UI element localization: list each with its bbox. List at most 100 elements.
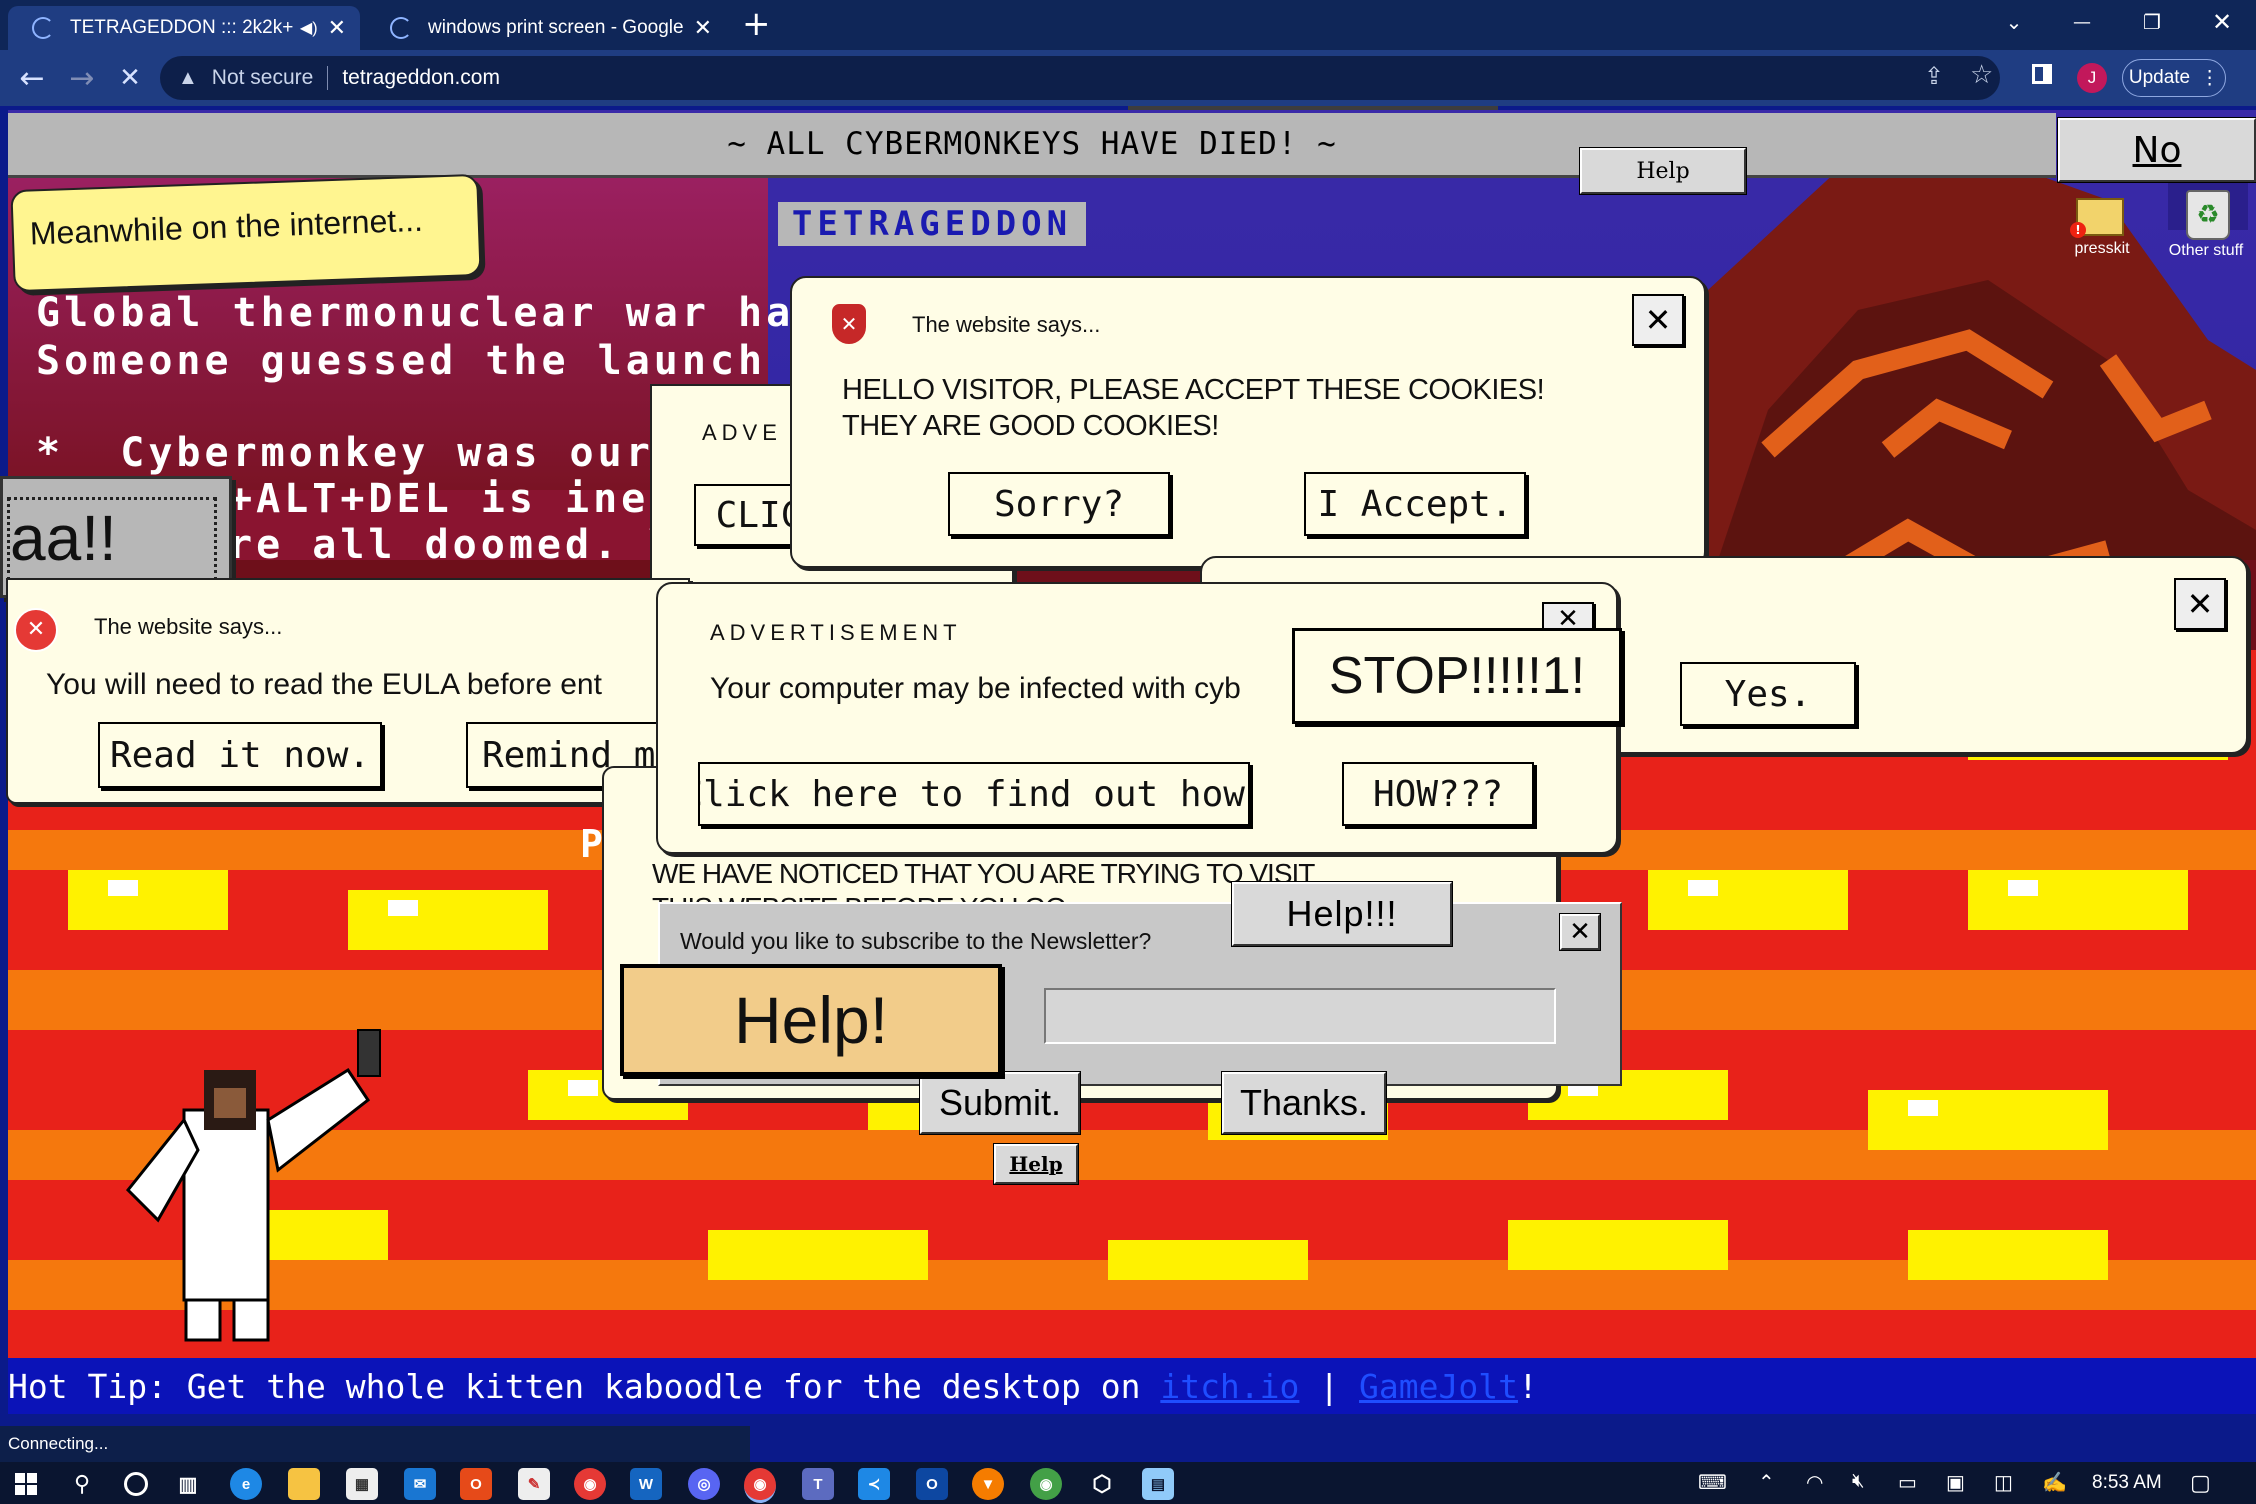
presskit-label[interactable]: presskit [2054,240,2150,258]
keyboard-icon[interactable]: ⌨ [1698,1470,1727,1495]
word-icon[interactable]: W [630,1468,662,1500]
chrome-icon[interactable]: ◉ [574,1468,606,1500]
vscode-icon[interactable]: ≺ [858,1468,890,1500]
paint-icon[interactable]: ✎ [518,1468,550,1500]
cookie-close-button[interactable]: ✕ [1632,294,1684,346]
how-button[interactable]: HOW??? [1342,762,1534,826]
wifi-icon[interactable]: ◠ [1806,1470,1823,1495]
battery-icon[interactable]: ▭ [1898,1470,1917,1495]
loading-spinner-icon [390,17,412,39]
task-view-icon[interactable]: ▥ [172,1468,204,1500]
volume-muted-icon[interactable]: 🔇︎ [1852,1470,1865,1493]
file-explorer-icon[interactable] [288,1468,320,1500]
folder-icon[interactable]: ! [2070,190,2130,240]
recycle-bin-icon[interactable]: ♻ [2186,190,2230,240]
newsletter-email-input[interactable] [1044,988,1556,1044]
unity-icon[interactable]: ⬡ [1086,1468,1118,1500]
find-out-how-button[interactable]: Click here to find out how! [698,762,1250,826]
close-window-button[interactable]: ✕ [2188,0,2256,44]
eula-message: You will need to read the EULA before en… [46,668,602,701]
teams-icon[interactable]: T [802,1468,834,1500]
bookmark-star-icon[interactable]: ☆ [1970,60,1993,90]
tab-close-icon[interactable]: ✕ [694,15,712,41]
hot-tip-text: Hot Tip: Get the whole kitten kaboodle f… [8,1366,1161,1406]
eula-dialog-title: The website says... [94,614,283,639]
cortana-icon[interactable] [120,1468,152,1500]
windows-taskbar [0,1462,2256,1504]
loading-spinner-icon [32,17,54,39]
store-icon[interactable]: ▦ [346,1468,378,1500]
new-tab-button[interactable]: + [742,4,771,44]
yes-dialog-close-button[interactable]: ✕ [2174,578,2226,630]
cookie-dialog-title: The website says... [912,312,1101,337]
gamejolt-link[interactable]: GameJolt [1359,1367,1518,1406]
accept-button[interactable]: I Accept. [1304,472,1526,536]
chrome-active-icon[interactable]: ◉ [744,1468,776,1503]
story-line-1: Global thermonuclear war has [36,290,823,336]
story-line-5: re all doomed. Y [228,522,678,568]
chrome-icon[interactable]: ◉ [1030,1468,1062,1500]
submit-button[interactable]: Submit. [919,1071,1081,1135]
outlook-icon[interactable]: O [916,1468,948,1500]
pen-icon[interactable]: ✍ [2042,1470,2067,1495]
meet-now-icon[interactable]: ◫ [1994,1470,2013,1495]
update-label: Update [2128,67,2191,88]
newsletter-title: Would you like to subscribe to the Newsl… [680,928,1152,954]
story-line-2: Someone guessed the launch c [36,338,823,384]
discord-icon[interactable]: ◎ [688,1468,720,1500]
profile-avatar[interactable]: J [2077,63,2107,93]
menu-dots-icon[interactable]: ⋮ [2200,67,2219,90]
top-banner: ~ ALL CYBERMONKEYS HAVE DIED! ~ [8,113,2056,178]
minimize-button[interactable]: — [2048,0,2116,44]
forward-button[interactable]: → [62,56,102,100]
tab-tetrageddon[interactable]: TETRAGEDDON ::: 2k2k++ C ◀) ✕ [8,6,360,50]
windows-start-icon[interactable] [10,1468,42,1500]
help-button-top[interactable]: Help [1579,147,1747,195]
itch-io-link[interactable]: itch.io [1160,1367,1299,1406]
thanks-button[interactable]: Thanks. [1221,1071,1387,1135]
other-stuff-label[interactable]: Other stuff [2158,242,2254,260]
side-panel-icon[interactable] [2032,64,2052,84]
stop-loading-button[interactable]: ✕ [110,56,150,100]
restore-button[interactable]: ❐ [2118,0,2186,44]
address-bar[interactable]: ▲ Not secure tetrageddon.com [160,56,2000,100]
speaker-icon[interactable]: ◀) [300,18,318,38]
partial-text: P [580,822,607,866]
search-icon[interactable]: ⚲ [66,1468,98,1500]
no-button[interactable]: No [2057,117,2256,183]
hot-tip-suffix: ! [1517,1366,1538,1406]
tetrageddon-logo: TETRAGEDDON [778,202,1086,246]
brave-icon[interactable]: ▼ [972,1468,1004,1500]
shield-icon: ✕ [832,304,866,344]
tab-search-icon[interactable]: ⌄ [1980,0,2048,44]
divider [327,66,329,90]
aa-text: aa!! [7,497,217,581]
read-it-now-button[interactable]: Read it now. [98,722,382,788]
newsletter-close-button[interactable]: ✕ [1559,913,1601,951]
tab-close-icon[interactable]: ✕ [328,15,346,41]
mail-icon[interactable]: ✉ [404,1468,436,1500]
help-exclaim-button[interactable]: Help!!! [1231,881,1453,947]
share-icon[interactable]: ⇪ [1924,62,1944,90]
tab-title: windows print screen - Google S [428,17,684,38]
notifications-icon[interactable]: ▢ [2190,1470,2211,1496]
tab-google-search[interactable]: windows print screen - Google S ✕ [366,6,726,50]
speech-bubble: Meanwhile on the internet... [10,173,482,293]
display-icon[interactable]: ▣ [1946,1470,1965,1495]
sorry-button[interactable]: Sorry? [948,472,1170,536]
yes-button[interactable]: Yes. [1680,662,1856,726]
notes-icon[interactable]: ▤ [1142,1468,1174,1500]
cookie-message-line2: THEY ARE GOOD COOKIES! [842,410,1219,442]
update-button[interactable]: Update ⋮ [2122,59,2226,97]
edge-icon[interactable]: e [230,1468,262,1500]
stop-button[interactable]: STOP!!!!!1! [1292,628,1622,724]
clock[interactable]: 8:53 AM [2092,1472,2162,1494]
back-button[interactable]: ← [12,56,52,100]
security-label: Not secure [211,66,314,89]
help-big-button[interactable]: Help! [620,964,1002,1076]
office-icon[interactable]: O [460,1468,492,1500]
cookie-message-line1: HELLO VISITOR, PLEASE ACCEPT THESE COOKI… [842,374,1545,406]
chevron-up-icon[interactable]: ⌃ [1758,1470,1775,1495]
help-small-button[interactable]: Help [993,1143,1079,1185]
url-text[interactable]: tetrageddon.com [342,66,500,90]
